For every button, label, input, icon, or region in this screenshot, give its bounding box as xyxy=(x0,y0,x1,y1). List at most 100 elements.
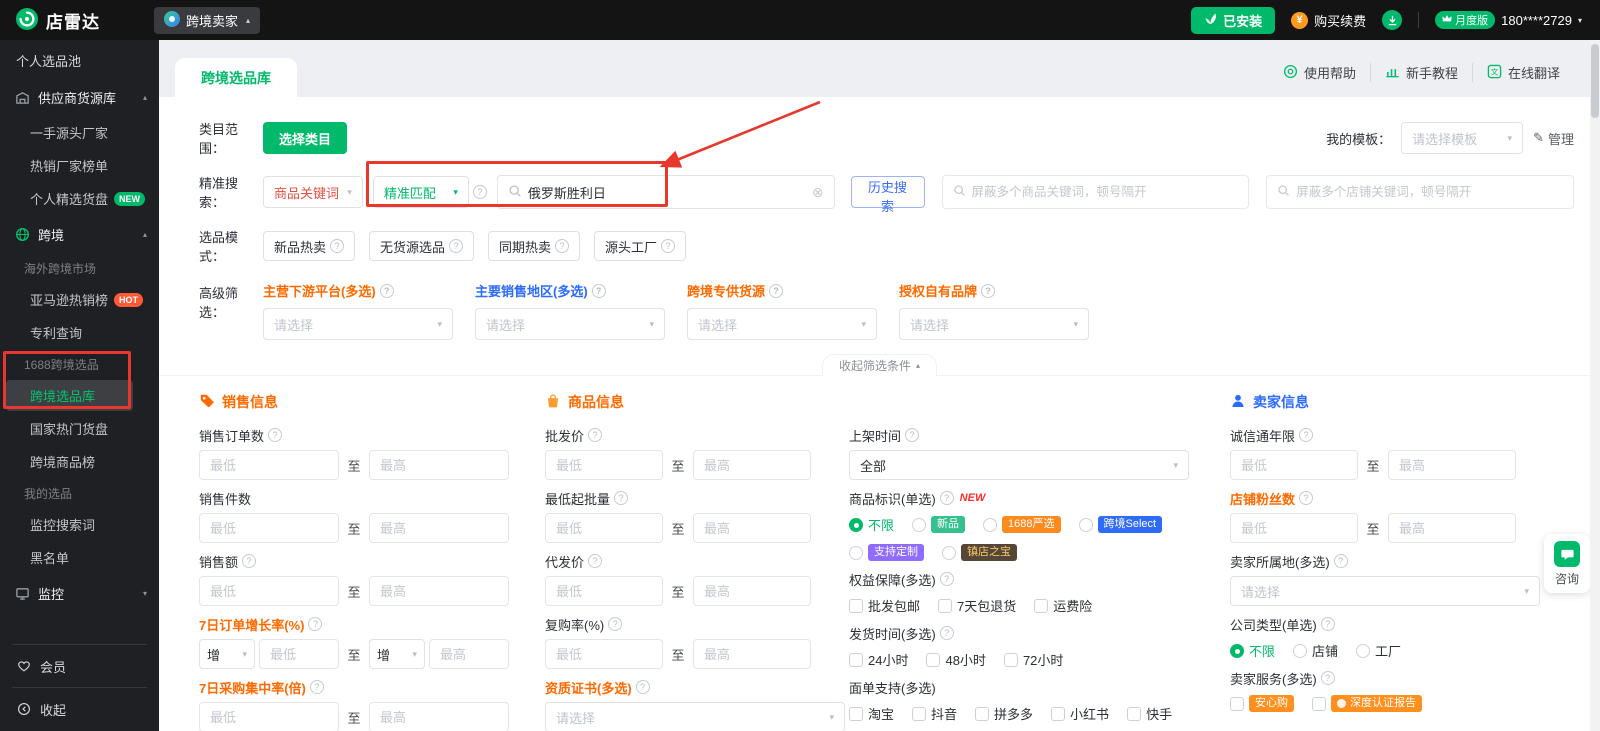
radio-option[interactable]: 工厂 xyxy=(1356,641,1401,660)
min-input[interactable] xyxy=(545,639,663,669)
link-translate[interactable]: 文在线翻译 xyxy=(1471,63,1574,82)
info-icon[interactable]: ? xyxy=(555,239,570,253)
link-tutorial[interactable]: 新手教程 xyxy=(1369,63,1472,82)
installed-button[interactable]: 已安装 xyxy=(1191,6,1276,34)
checkbox-option[interactable]: 48小时 xyxy=(926,650,986,669)
checkbox-option[interactable]: 深度认证报告 xyxy=(1312,695,1422,712)
info-icon[interactable]: ? xyxy=(309,680,324,694)
min-input[interactable] xyxy=(1230,450,1358,480)
radio-option[interactable]: 支持定制 xyxy=(849,544,924,561)
scrollbar[interactable] xyxy=(1590,40,1600,731)
checkbox-option[interactable]: 24小时 xyxy=(849,650,908,669)
max-input[interactable] xyxy=(1388,450,1516,480)
radio-option[interactable]: 镇店之宝 xyxy=(942,544,1017,561)
info-icon[interactable]: ? xyxy=(939,491,954,505)
checkbox-option[interactable]: 安心购 xyxy=(1230,695,1294,712)
info-icon[interactable]: ? xyxy=(591,283,606,298)
radio-option[interactable]: 不限 xyxy=(849,515,894,534)
sidebar-item[interactable]: 国家热门货盘 xyxy=(0,412,159,445)
radio-option[interactable]: 1688严选 xyxy=(983,516,1061,533)
trend-select[interactable]: 增 ▾ xyxy=(199,639,255,669)
max-input[interactable] xyxy=(429,639,509,669)
trend-select[interactable]: 增 ▾ xyxy=(369,639,425,669)
download-icon[interactable] xyxy=(1382,10,1403,30)
checkbox-option[interactable]: 拼多多 xyxy=(975,704,1033,723)
checkbox-option[interactable]: 运费险 xyxy=(1034,596,1092,615)
info-icon[interactable]: ? xyxy=(449,239,464,253)
max-input[interactable] xyxy=(369,450,509,480)
min-input[interactable] xyxy=(1230,513,1358,543)
info-icon[interactable]: ? xyxy=(939,626,954,640)
checkbox-option[interactable]: 7天包退货 xyxy=(938,596,1016,615)
info-icon[interactable]: ? xyxy=(588,428,603,442)
mode-button[interactable]: 同期热卖? xyxy=(488,231,581,261)
info-icon[interactable]: ? xyxy=(1320,617,1335,631)
clear-icon[interactable]: ⊗ xyxy=(812,184,824,201)
min-input[interactable] xyxy=(545,513,663,543)
renew-button[interactable]: ¥ 购买续费 xyxy=(1291,11,1366,30)
mode-button[interactable]: 新品热卖? xyxy=(263,231,356,261)
chat-widget[interactable]: 咨询 xyxy=(1544,534,1590,593)
info-icon[interactable]: ? xyxy=(330,239,345,253)
info-icon[interactable]: ? xyxy=(242,554,257,568)
min-input[interactable] xyxy=(545,450,663,480)
info-icon[interactable]: ? xyxy=(1333,554,1348,568)
radio-option[interactable]: 店铺 xyxy=(1293,641,1338,660)
info-icon[interactable]: ? xyxy=(588,554,603,568)
field-select[interactable]: 请选择 ▾ xyxy=(545,702,845,731)
info-icon[interactable]: ? xyxy=(472,185,487,199)
info-icon[interactable]: ? xyxy=(661,239,676,253)
sidebar-collapse-button[interactable]: 收起 xyxy=(0,693,159,725)
checkbox-option[interactable]: 抖音 xyxy=(912,704,957,723)
info-icon[interactable]: ? xyxy=(635,680,650,694)
info-icon[interactable]: ? xyxy=(905,428,920,442)
sidebar-item[interactable]: 跨境选品库 xyxy=(6,380,133,411)
advanced-filter-select[interactable]: 请选择 ▾ xyxy=(899,308,1089,340)
min-input[interactable] xyxy=(199,576,339,606)
checkbox-option[interactable]: 批发包邮 xyxy=(849,596,920,615)
max-input[interactable] xyxy=(693,513,811,543)
history-search-button[interactable]: 历史搜索 xyxy=(850,176,925,214)
search-input[interactable] xyxy=(527,184,806,200)
advanced-filter-select[interactable]: 请选择 ▾ xyxy=(263,308,453,340)
checkbox-option[interactable]: 快手 xyxy=(1127,704,1172,723)
advanced-filter-select[interactable]: 请选择 ▾ xyxy=(687,308,877,340)
sidebar-group[interactable]: 供应商货源库 ▴ xyxy=(0,78,159,116)
min-input[interactable] xyxy=(199,702,339,731)
radio-option[interactable]: 跨境Select xyxy=(1078,516,1163,533)
manage-templates-button[interactable]: ✎ 管理 xyxy=(1533,129,1574,148)
tab-cross-border-library[interactable]: 跨境选品库 xyxy=(175,58,297,97)
radio-option[interactable]: 新品 xyxy=(912,516,966,533)
collapse-filters-button[interactable]: 收起筛选条件 ▴ xyxy=(821,354,938,376)
max-input[interactable] xyxy=(369,576,509,606)
sidebar-item[interactable]: 热销厂家榜单 xyxy=(0,149,159,182)
keyword-type-select[interactable]: 商品关键词 ▾ xyxy=(263,176,363,208)
mode-button[interactable]: 源头工厂? xyxy=(594,231,687,261)
radio-option[interactable]: 不限 xyxy=(1230,641,1275,660)
info-icon[interactable]: ? xyxy=(308,617,323,631)
sidebar-item[interactable]: 专利查询 xyxy=(0,316,159,349)
info-icon[interactable]: ? xyxy=(769,283,784,298)
scrollbar-thumb[interactable] xyxy=(1591,44,1599,118)
sidebar-item[interactable]: 一手源头厂家 xyxy=(0,116,159,149)
max-input[interactable] xyxy=(1388,513,1516,543)
min-input[interactable] xyxy=(199,513,339,543)
info-icon[interactable]: ? xyxy=(1320,671,1335,685)
sidebar-item[interactable]: 跨境商品榜 xyxy=(0,445,159,478)
info-icon[interactable]: ? xyxy=(608,617,623,631)
account-menu[interactable]: 月度版 180****2729 ▾ xyxy=(1435,11,1582,29)
sidebar-item[interactable]: 个人精选货盘 NEW xyxy=(0,182,159,215)
info-icon[interactable]: ? xyxy=(614,491,629,505)
field-select[interactable]: 全部 ▾ xyxy=(849,450,1189,480)
block-product-keywords-input[interactable] xyxy=(971,185,1239,199)
checkbox-option[interactable]: 小红书 xyxy=(1051,704,1109,723)
info-icon[interactable]: ? xyxy=(939,572,954,586)
max-input[interactable] xyxy=(693,576,811,606)
block-shop-keywords-input[interactable] xyxy=(1296,185,1563,199)
sidebar-group[interactable]: 跨境 ▴ xyxy=(0,215,159,253)
select-category-button[interactable]: 选择类目 xyxy=(263,122,348,154)
link-help[interactable]: 使用帮助 xyxy=(1269,63,1370,82)
template-select[interactable]: 请选择模板 ▾ xyxy=(1401,122,1524,154)
max-input[interactable] xyxy=(369,702,509,731)
min-input[interactable] xyxy=(199,450,339,480)
